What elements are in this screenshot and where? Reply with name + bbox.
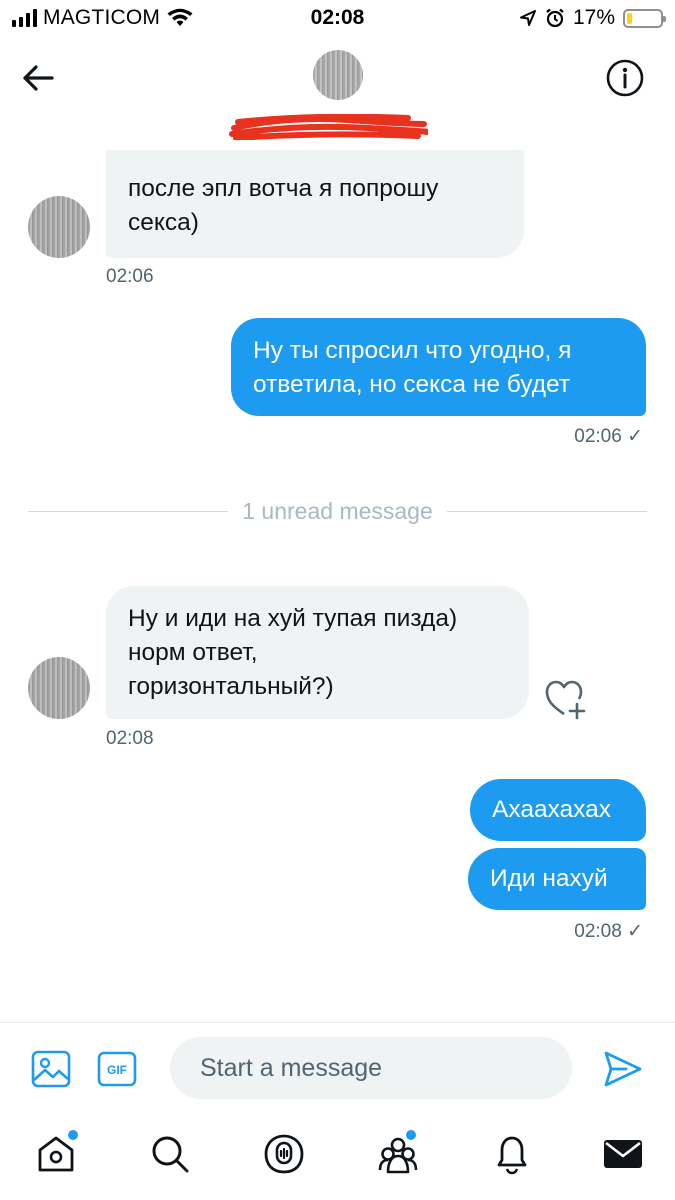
search-icon[interactable] [148,1132,192,1176]
message-line: Ахаахахах [492,796,612,823]
message-bubble-incoming[interactable]: Ну и иди на хуй тупая пизда) норм ответ,… [106,586,529,719]
message-line: Иди нахуй [490,865,608,892]
info-icon[interactable] [605,58,645,98]
contact-avatar-small[interactable] [28,196,90,258]
conversation-header [0,38,675,166]
message-bubble-outgoing[interactable]: Ахаахахах [470,779,646,841]
arrow-left-icon[interactable] [18,58,58,98]
unread-label: 1 unread message [242,497,433,524]
message-input[interactable] [170,1037,572,1099]
battery-percent: 17% [572,6,615,29]
gif-label: GIF [107,1063,127,1077]
messages-icon[interactable] [601,1132,645,1176]
redaction-mark [229,114,428,140]
communities-icon[interactable] [376,1130,420,1176]
message-timestamp: 02:08 ✓ [574,921,643,942]
unread-divider: 1 unread message [28,496,648,526]
image-icon[interactable] [31,1049,71,1089]
battery-level [627,12,633,24]
message-bubble-incoming[interactable]: после эпл вотча я попрошу секса) [106,150,524,258]
message-timestamp: 02:06 [106,266,154,287]
send-icon[interactable] [602,1049,644,1089]
heart-plus-icon[interactable] [544,678,588,720]
message-line: Ну ты спросил что угодно, я [253,337,572,364]
status-bar: MAGTICOM 02:08 17% [0,0,675,38]
notification-dot [68,1130,78,1140]
spaces-icon[interactable] [262,1132,306,1176]
location-icon [519,10,536,26]
message-line: горизонтальный?) [128,673,334,700]
contact-avatar[interactable] [313,50,363,100]
message-bubble-outgoing[interactable]: Ну ты спросил что угодно, я ответила, но… [231,318,646,416]
message-timestamp: 02:06 ✓ [574,426,643,447]
message-line: секса) [128,209,199,236]
contact-avatar-small[interactable] [28,657,90,719]
bottom-tab-bar [0,1112,675,1200]
alarm-icon [546,8,564,28]
gif-icon[interactable]: GIF [97,1049,137,1089]
message-composer: GIF [0,1022,675,1112]
home-icon[interactable] [34,1130,78,1176]
divider-line [28,510,229,512]
divider-line [446,510,648,512]
message-line: норм ответ, [128,639,258,666]
battery-icon [623,8,666,28]
notification-dot [406,1130,416,1140]
message-line: ответила, но секса не будет [253,371,571,398]
message-bubble-outgoing[interactable]: Иди нахуй [468,848,646,910]
notifications-icon[interactable] [490,1132,534,1176]
message-timestamp: 02:08 [106,728,154,749]
message-line: после эпл вотча я попрошу [128,175,439,202]
message-line: Ну и иди на хуй тупая пизда) [128,605,458,632]
